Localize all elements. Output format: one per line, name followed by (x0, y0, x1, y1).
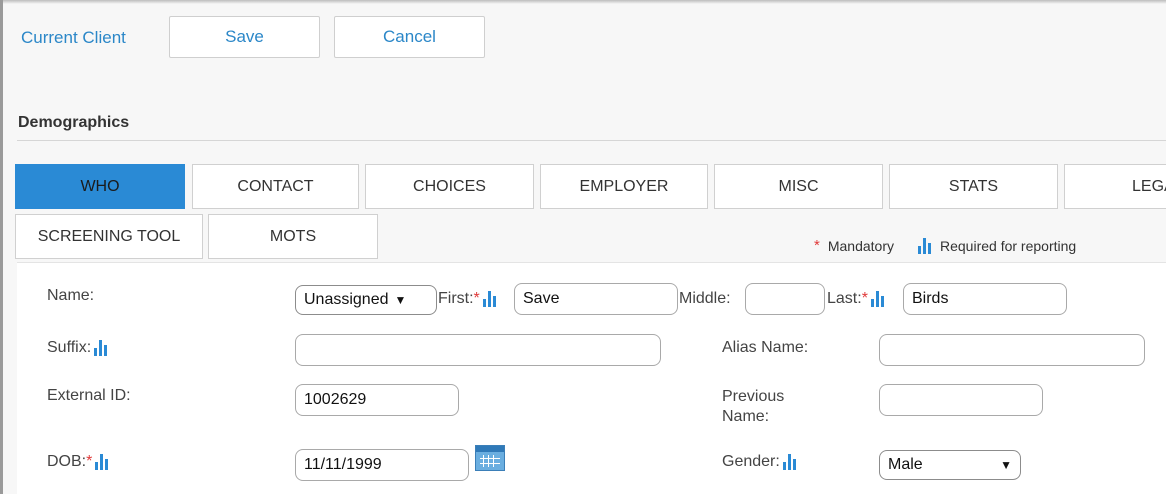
tab-misc[interactable]: MISC (714, 164, 883, 209)
bar-chart-icon (95, 453, 109, 471)
gender-label-text: Gender: (722, 453, 780, 470)
required-star: * (473, 290, 480, 307)
cancel-button[interactable]: Cancel (334, 16, 485, 58)
middle-name-input[interactable] (745, 283, 825, 315)
bar-chart-icon (94, 339, 108, 357)
tab-who[interactable]: WHO (15, 164, 185, 209)
gender-value: Male (888, 456, 923, 473)
section-divider (17, 140, 1166, 141)
tab-employer[interactable]: EMPLOYER (540, 164, 708, 209)
window: Current Client Save Cancel Demographics … (0, 0, 1166, 495)
legend: * Mandatory Required for reporting (814, 237, 1076, 254)
top-shadow (3, 0, 1166, 4)
last-name-input[interactable] (903, 283, 1067, 315)
first-label-text: First: (438, 290, 474, 307)
previous-name-input[interactable] (879, 384, 1043, 416)
legend-required-label: Required for reporting (940, 237, 1077, 254)
suffix-label-text: Suffix: (47, 339, 92, 356)
previous-name-label: Previous Name: (722, 388, 785, 425)
tab-stats[interactable]: STATS (889, 164, 1058, 209)
last-label-text: Last: (827, 290, 862, 307)
name-prefix-select[interactable]: Unassigned ▼ (295, 285, 437, 315)
middle-name-label: Middle: (679, 290, 731, 307)
legend-mandatory-label: Mandatory (827, 237, 894, 254)
dob-label: DOB:* (47, 453, 109, 471)
tab-contact[interactable]: CONTACT (192, 164, 359, 209)
chevron-down-icon: ▼ (1000, 458, 1012, 472)
bar-chart-icon (782, 453, 797, 471)
alias-name-input[interactable] (879, 334, 1145, 366)
current-client-link[interactable]: Current Client (21, 28, 126, 48)
suffix-input[interactable] (295, 334, 661, 366)
bar-chart-icon (918, 237, 932, 254)
tab-screening-tool[interactable]: SCREENING TOOL (15, 214, 203, 259)
external-id-input[interactable] (295, 384, 459, 416)
save-button[interactable]: Save (169, 16, 320, 58)
tab-legal[interactable]: LEGAL (1064, 164, 1166, 209)
tab-mots[interactable]: MOTS (208, 214, 378, 259)
external-id-label: External ID: (47, 387, 131, 404)
last-name-label: Last:* (827, 290, 885, 308)
gender-label: Gender: (722, 453, 797, 471)
calendar-icon[interactable] (475, 445, 505, 471)
suffix-label: Suffix: (47, 339, 108, 357)
name-prefix-value: Unassigned (304, 291, 389, 308)
required-star: * (86, 453, 93, 470)
tab-choices[interactable]: CHOICES (365, 164, 534, 209)
dob-label-text: DOB: (47, 453, 87, 470)
name-label: Name: (47, 287, 95, 304)
gender-select[interactable]: Male ▼ (879, 450, 1021, 480)
mandatory-star: * (814, 237, 820, 254)
section-title: Demographics (18, 114, 130, 131)
first-name-label: First:* (438, 290, 497, 308)
alias-name-label: Alias Name: (722, 339, 809, 356)
required-star: * (861, 290, 868, 307)
dob-input[interactable] (295, 449, 469, 481)
chevron-down-icon: ▼ (394, 293, 407, 307)
bar-chart-icon (482, 290, 497, 308)
bar-chart-icon (870, 290, 885, 308)
first-name-input[interactable] (514, 283, 678, 315)
